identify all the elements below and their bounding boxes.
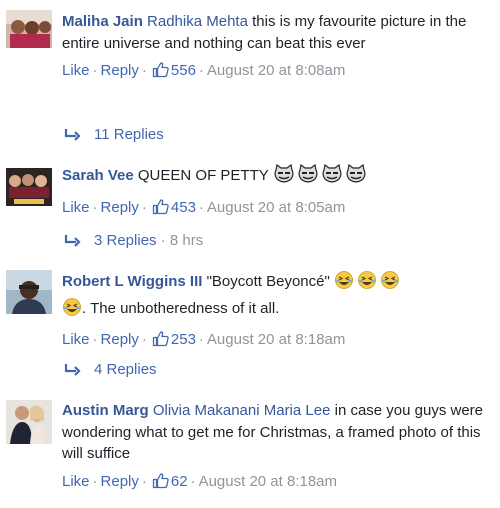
laughing-face-icon (62, 297, 82, 324)
timestamp[interactable]: August 20 at 8:18am (199, 473, 337, 490)
comment-actions: Like · Reply · 556 · August 20 at 8:08am (62, 61, 490, 84)
timestamp[interactable]: August 20 at 8:18am (207, 331, 345, 348)
thumbs-up-icon (152, 330, 169, 353)
comment-body: Sarah Vee QUEEN OF PETTY Like · Reply · 453 ·… (62, 163, 490, 221)
replies-count[interactable]: 11 Replies (94, 126, 164, 143)
reply-button[interactable]: Reply (101, 473, 139, 490)
comment-author[interactable]: Sarah Vee (62, 167, 134, 184)
reply-arrow-icon (64, 233, 82, 253)
like-button[interactable]: Like (62, 62, 90, 79)
cat-face-icon (273, 163, 369, 191)
avatar[interactable] (6, 10, 52, 48)
laughing-face-icon (63, 297, 81, 316)
comment-text: Sarah Vee QUEEN OF PETTY (62, 163, 490, 191)
reply-button[interactable]: Reply (101, 331, 139, 348)
comment-author[interactable]: Maliha Jain (62, 13, 143, 30)
view-replies-link[interactable]: 4 Replies (64, 360, 157, 382)
laughing-face-icon (358, 271, 376, 289)
comment-message-continued: . The unbotheredness of it all. (82, 299, 280, 317)
cat-face-icon (322, 163, 342, 183)
reply-button[interactable]: Reply (101, 199, 139, 216)
like-button[interactable]: Like (62, 199, 90, 216)
mention-link[interactable]: Radhika Mehta (147, 13, 248, 30)
comment-body: Maliha Jain Radhika Mehta this is my fav… (62, 11, 490, 84)
like-button[interactable]: Like (62, 331, 90, 348)
timestamp[interactable]: August 20 at 8:08am (207, 62, 345, 79)
avatar[interactable] (6, 270, 52, 314)
comment-text: Austin Marg Olivia Makanani Maria Lee in… (62, 400, 490, 465)
comment-actions: Like · Reply · 62 · August 20 at 8:18am (62, 472, 490, 495)
thumbs-up-icon (152, 198, 169, 221)
laughing-face-icon (334, 270, 402, 297)
comment-actions: Like · Reply · 253 · August 20 at 8:18am (62, 330, 490, 353)
laughing-face-icon (335, 271, 353, 289)
reply-button[interactable]: Reply (101, 62, 139, 79)
comment-author[interactable]: Austin Marg (62, 402, 149, 419)
view-replies-link[interactable]: 11 Replies (64, 125, 164, 147)
comment-body: Austin Marg Olivia Makanani Maria Lee in… (62, 400, 490, 495)
comment-message: "Boycott Beyoncé" (202, 273, 334, 290)
like-count[interactable]: 62 (171, 473, 188, 490)
mention-links[interactable]: Olivia Makanani Maria Lee (153, 402, 331, 419)
reply-arrow-icon (64, 127, 82, 147)
comment-message: QUEEN OF PETTY (133, 167, 273, 184)
replies-count[interactable]: 3 Replies (94, 232, 157, 249)
replies-count[interactable]: 4 Replies (94, 361, 157, 378)
like-count[interactable]: 453 (171, 199, 196, 216)
like-count[interactable]: 556 (171, 62, 196, 79)
comment-text: Maliha Jain Radhika Mehta this is my fav… (62, 11, 490, 54)
comment-body: Robert L Wiggins III "Boycott Beyoncé" .… (62, 270, 490, 353)
timestamp[interactable]: August 20 at 8:05am (207, 199, 345, 216)
replies-age[interactable]: 8 hrs (170, 232, 203, 249)
thumbs-up-icon (152, 472, 169, 495)
cat-face-icon (298, 163, 318, 183)
avatar[interactable] (6, 400, 52, 444)
view-replies-link[interactable]: 3 Replies · 8 hrs (64, 231, 203, 253)
comment-actions: Like · Reply · 453 · August 20 at 8:05am (62, 198, 490, 221)
like-count[interactable]: 253 (171, 331, 196, 348)
comment-author[interactable]: Robert L Wiggins III (62, 273, 202, 290)
cat-face-icon (346, 163, 366, 183)
comment-text: Robert L Wiggins III "Boycott Beyoncé" .… (62, 270, 490, 323)
cat-face-icon (274, 163, 294, 183)
laughing-face-icon (381, 271, 399, 289)
reply-arrow-icon (64, 362, 82, 382)
avatar[interactable] (6, 168, 52, 206)
like-button[interactable]: Like (62, 473, 90, 490)
thumbs-up-icon (152, 61, 169, 84)
